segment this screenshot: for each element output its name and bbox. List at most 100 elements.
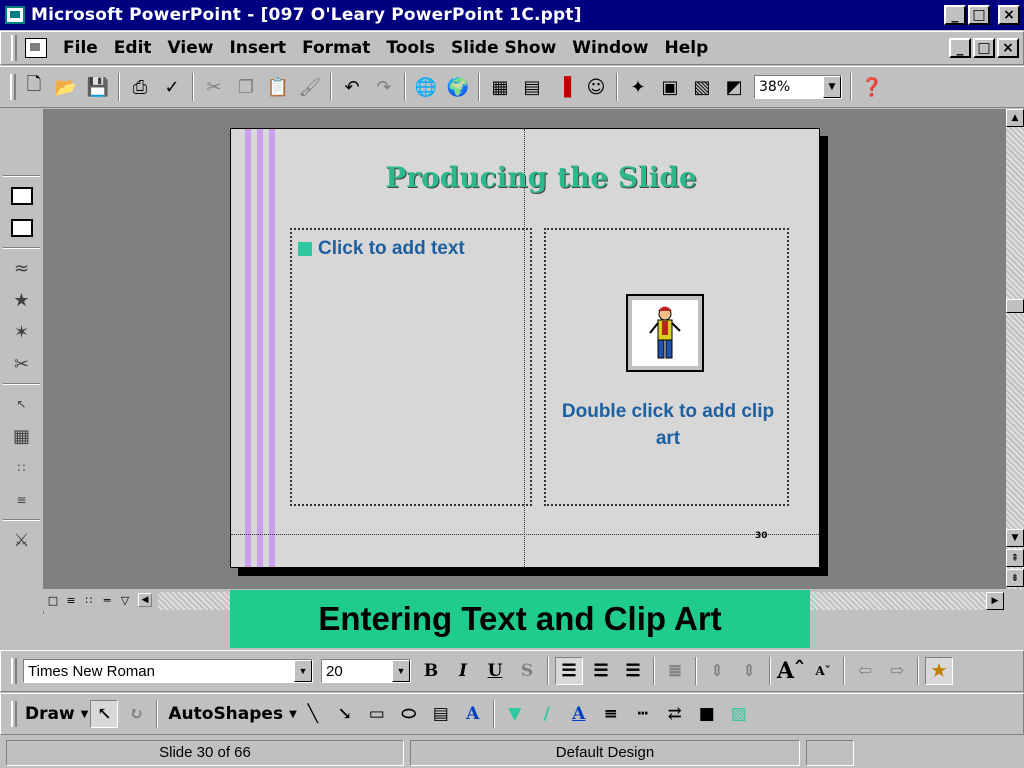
- scroll-up-icon[interactable]: ▲: [1006, 109, 1024, 127]
- help-icon[interactable]: ❓: [858, 73, 886, 101]
- notes-page-icon[interactable]: ═: [100, 593, 114, 607]
- slide-sorter-icon[interactable]: ∷: [82, 593, 96, 607]
- custom-animation-icon[interactable]: ✶: [8, 319, 36, 345]
- run-icon[interactable]: ⚔: [8, 527, 36, 553]
- rectangle-tool-icon[interactable]: ▭: [363, 700, 391, 728]
- minimize-button[interactable]: _: [944, 5, 966, 25]
- menu-slide-show[interactable]: Slide Show: [443, 38, 564, 58]
- save-icon[interactable]: 💾: [84, 73, 112, 101]
- chevron-down-icon[interactable]: ▼: [294, 660, 312, 682]
- menu-window[interactable]: Window: [564, 38, 656, 58]
- slide-canvas[interactable]: Producing the Slide Click to add text Do…: [230, 128, 820, 568]
- shadow-icon[interactable]: ■: [693, 700, 721, 728]
- draw-menu-button[interactable]: Draw: [19, 704, 81, 724]
- shadow-button[interactable]: S: [513, 657, 541, 685]
- select-pointer-icon[interactable]: ↖: [90, 700, 119, 728]
- font-color-icon[interactable]: A: [565, 700, 593, 728]
- menu-view[interactable]: View: [160, 38, 222, 58]
- expand-slide-icon[interactable]: [8, 183, 36, 209]
- horizontal-guide[interactable]: [231, 534, 819, 535]
- arrow-tool-icon[interactable]: ↘: [331, 700, 359, 728]
- text-effect-icon[interactable]: ≈: [8, 255, 36, 281]
- previous-slide-icon[interactable]: ⇞: [1006, 549, 1024, 567]
- vertical-scrollbar[interactable]: ▲ ▼ ⇞ ⇟: [1006, 109, 1024, 589]
- outline-view-icon[interactable]: ≡: [64, 593, 78, 607]
- spelling-icon[interactable]: ✓: [158, 73, 186, 101]
- line-color-icon[interactable]: ∕: [533, 700, 561, 728]
- toolbar-grip[interactable]: [10, 74, 16, 100]
- bullets-icon[interactable]: ≣: [661, 657, 689, 685]
- oval-tool-icon[interactable]: ⬭: [395, 700, 423, 728]
- wordart-icon[interactable]: A: [459, 700, 487, 728]
- doc-minimize-button[interactable]: _: [949, 38, 971, 58]
- align-left-icon[interactable]: ☰: [555, 657, 583, 685]
- format-painter-icon[interactable]: 🖌: [296, 73, 324, 101]
- insert-clipart-icon[interactable]: ☺: [582, 73, 610, 101]
- paste-icon[interactable]: 📋: [264, 73, 292, 101]
- black-white-view-icon[interactable]: ◩: [720, 73, 748, 101]
- menu-format[interactable]: Format: [294, 38, 378, 58]
- doc-close-button[interactable]: ×: [997, 38, 1019, 58]
- insert-excel-icon[interactable]: ▤: [518, 73, 546, 101]
- menu-insert[interactable]: Insert: [221, 38, 294, 58]
- animation-order-icon[interactable]: ≡: [8, 487, 36, 513]
- decrease-font-size-icon[interactable]: Aˇ: [809, 657, 837, 685]
- align-right-icon[interactable]: ☰: [619, 657, 647, 685]
- menu-help[interactable]: Help: [657, 38, 717, 58]
- apply-design-icon[interactable]: ▧: [688, 73, 716, 101]
- slide-show-icon[interactable]: ▽: [118, 593, 132, 607]
- insert-hyperlink-icon[interactable]: 🌐: [412, 73, 440, 101]
- insert-word-table-icon[interactable]: ▦: [486, 73, 514, 101]
- copy-icon[interactable]: ❐: [232, 73, 260, 101]
- italic-button[interactable]: I: [449, 657, 477, 685]
- free-rotate-icon[interactable]: ↻: [122, 700, 150, 728]
- new-icon[interactable]: 🗋: [20, 73, 48, 101]
- slide-layout-icon[interactable]: ▣: [656, 73, 684, 101]
- align-center-icon[interactable]: ☰: [587, 657, 615, 685]
- new-slide-icon[interactable]: ✦: [624, 73, 652, 101]
- text-drop-icon[interactable]: ↖: [8, 391, 36, 417]
- menu-grip[interactable]: [11, 35, 17, 61]
- undo-icon[interactable]: ↶: [338, 73, 366, 101]
- open-icon[interactable]: 📂: [52, 73, 80, 101]
- clipart-person-icon[interactable]: [626, 294, 704, 372]
- web-toolbar-icon[interactable]: 🌍: [444, 73, 472, 101]
- text-placeholder[interactable]: Click to add text: [290, 228, 532, 506]
- text-box-icon[interactable]: ▤: [427, 700, 455, 728]
- toolbar-grip[interactable]: [11, 701, 17, 727]
- menu-tools[interactable]: Tools: [378, 38, 443, 58]
- slide-transition-icon[interactable]: ▦: [8, 423, 36, 449]
- close-button[interactable]: ×: [998, 5, 1020, 25]
- promote-icon[interactable]: ⇦: [851, 657, 879, 685]
- chevron-down-icon[interactable]: ▼: [392, 660, 410, 682]
- menu-edit[interactable]: Edit: [106, 38, 160, 58]
- insert-chart-icon[interactable]: ▐: [550, 73, 578, 101]
- autoshapes-menu-button[interactable]: AutoShapes: [162, 704, 289, 724]
- increase-spacing-icon[interactable]: ⇕: [703, 657, 731, 685]
- demote-icon[interactable]: ⇨: [883, 657, 911, 685]
- print-icon[interactable]: ⎙: [126, 73, 154, 101]
- scroll-right-icon[interactable]: ▶: [986, 592, 1004, 610]
- menu-file[interactable]: File: [55, 38, 106, 58]
- toolbar-grip[interactable]: [11, 658, 17, 684]
- dash-style-icon[interactable]: ┅: [629, 700, 657, 728]
- redo-icon[interactable]: ↷: [370, 73, 398, 101]
- zoom-select[interactable]: 38% ▼: [754, 75, 842, 99]
- powerpoint-app-icon[interactable]: [5, 6, 25, 24]
- restore-button[interactable]: □: [968, 5, 990, 25]
- font-size-select[interactable]: 20 ▼: [321, 659, 411, 683]
- line-tool-icon[interactable]: ╲: [299, 700, 327, 728]
- scroll-thumb[interactable]: [1006, 299, 1024, 313]
- bold-button[interactable]: B: [417, 657, 445, 685]
- animation-effects-icon[interactable]: ★: [925, 657, 953, 685]
- font-select[interactable]: Times New Roman ▼: [23, 659, 313, 683]
- clipart-placeholder[interactable]: Double click to add clip art: [544, 228, 789, 506]
- action-settings-icon[interactable]: ✂: [8, 351, 36, 377]
- next-slide-icon[interactable]: ⇟: [1006, 569, 1024, 587]
- document-icon[interactable]: [25, 38, 47, 58]
- slide-title[interactable]: Producing the Slide: [301, 161, 781, 194]
- underline-button[interactable]: U: [481, 657, 509, 685]
- normal-view-icon[interactable]: □: [46, 593, 60, 607]
- scroll-left-icon[interactable]: ◀: [138, 593, 152, 607]
- doc-restore-button[interactable]: □: [973, 38, 995, 58]
